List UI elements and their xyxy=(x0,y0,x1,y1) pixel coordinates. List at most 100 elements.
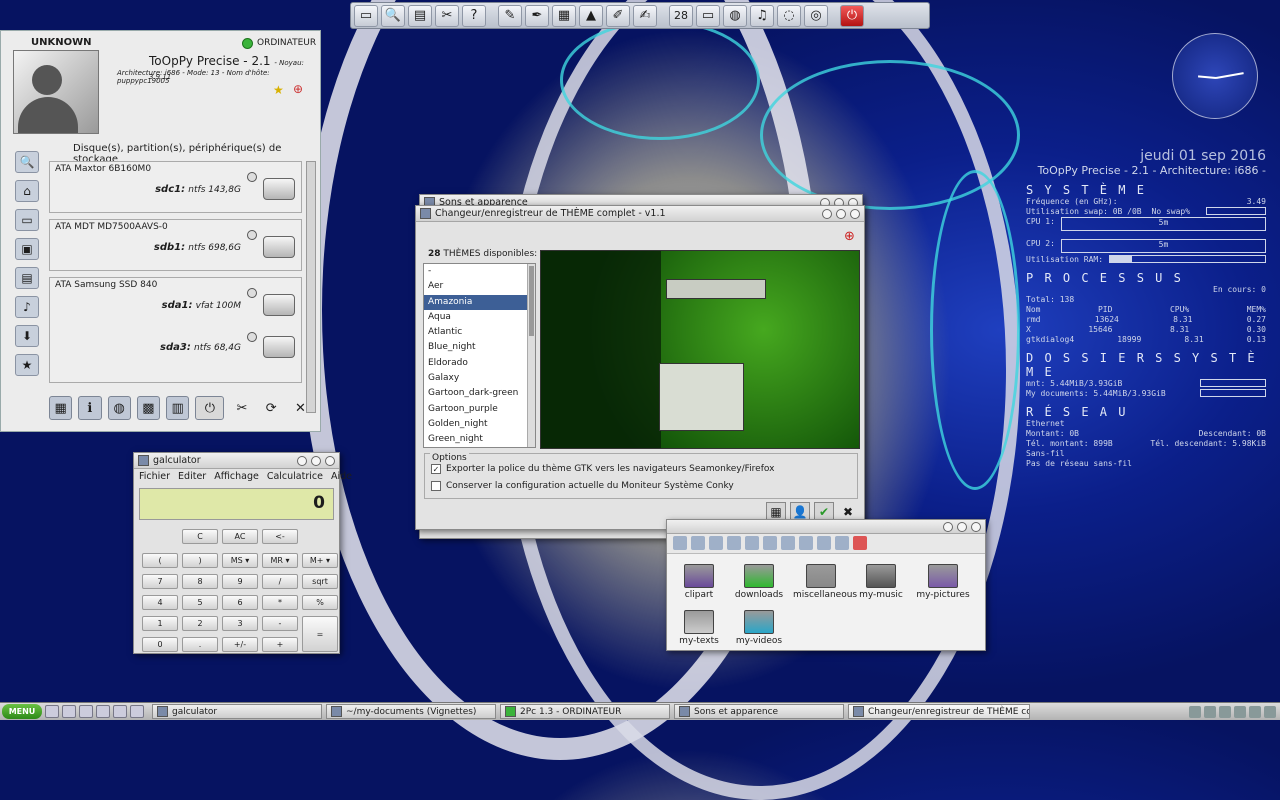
lifebuoy-icon[interactable]: ⊕ xyxy=(844,229,855,244)
window-titlebar[interactable]: Changeur/enregistreur de THÈME complet -… xyxy=(416,206,864,222)
calculator-key[interactable]: ( xyxy=(142,553,178,568)
task-pupsys[interactable]: 2Pc 1.3 - ORDINATEUR xyxy=(500,704,670,719)
browser-icon[interactable] xyxy=(96,705,110,718)
folder-item[interactable]: my-texts xyxy=(671,610,727,646)
shutdown-icon[interactable]: ⏻ xyxy=(195,396,225,420)
theme-list-item[interactable]: Gartoon_dark-green xyxy=(424,386,535,401)
search-icon[interactable] xyxy=(79,705,93,718)
notes-icon[interactable]: ▭ xyxy=(696,4,720,27)
sort-icon[interactable] xyxy=(799,536,813,550)
calculator-icon[interactable]: ▦ xyxy=(552,4,576,27)
info-icon[interactable]: ℹ xyxy=(78,396,102,420)
menu-item[interactable]: Affichage xyxy=(214,471,259,482)
hdd-icon[interactable] xyxy=(263,336,295,358)
task-theme-changer[interactable]: Changeur/enregistreur de THÈME con xyxy=(848,704,1030,719)
desktop-icon[interactable] xyxy=(45,705,59,718)
calendar-icon[interactable]: 28 xyxy=(669,4,693,27)
forward-icon[interactable] xyxy=(727,536,741,550)
calculator-key[interactable]: 8 xyxy=(182,574,218,589)
theme-list-item[interactable]: Aqua xyxy=(424,310,535,325)
menu-item[interactable]: Aide xyxy=(331,471,352,482)
power-icon[interactable]: ⏻ xyxy=(840,4,864,27)
theme-list-item[interactable]: Blue_night xyxy=(424,340,535,355)
theme-list-item[interactable]: Golden_night xyxy=(424,417,535,432)
close-icon[interactable] xyxy=(325,455,335,466)
folder-item[interactable]: miscellaneous xyxy=(793,564,857,600)
device-icon[interactable]: ▣ xyxy=(15,238,39,260)
task-file-manager[interactable]: ~/my-documents (Vignettes) xyxy=(326,704,496,719)
calculator-key[interactable]: MS ▾ xyxy=(222,553,258,568)
home-icon[interactable]: ⌂ xyxy=(15,180,39,202)
calculator-key[interactable]: sqrt xyxy=(302,574,338,589)
theme-list-item[interactable]: Galaxy xyxy=(424,371,535,386)
calculator-key[interactable]: C xyxy=(182,529,218,544)
menu-item[interactable]: Editer xyxy=(178,471,206,482)
paint-icon[interactable]: ▲ xyxy=(579,4,603,27)
calculator-key[interactable]: 5 xyxy=(182,595,218,610)
tools-icon[interactable]: ✂ xyxy=(230,396,253,420)
calculator-key[interactable]: ) xyxy=(182,553,218,568)
help-icon[interactable]: ? xyxy=(462,4,486,27)
folder-icon[interactable] xyxy=(62,705,76,718)
search-icon[interactable]: 🔍 xyxy=(15,151,39,173)
tray-icon[interactable] xyxy=(1189,705,1201,718)
favorite-icon[interactable]: ★ xyxy=(15,354,39,376)
folder-item[interactable]: downloads xyxy=(731,564,787,600)
folder-item[interactable]: my-pictures xyxy=(915,564,971,600)
star-icon[interactable]: ★ xyxy=(273,83,284,97)
pen2-icon[interactable]: ✍ xyxy=(633,4,657,27)
music-icon[interactable]: ♫ xyxy=(750,4,774,27)
tray-icon[interactable] xyxy=(1234,705,1246,718)
tray-icon[interactable] xyxy=(1249,705,1261,718)
calculator-key[interactable]: + xyxy=(262,637,298,652)
avatar[interactable] xyxy=(13,50,99,134)
calculator-key[interactable]: % xyxy=(302,595,338,610)
memory-icon[interactable]: ▩ xyxy=(136,396,161,420)
calculator-key[interactable]: M+ ▾ xyxy=(302,553,338,568)
view-icon[interactable] xyxy=(817,536,831,550)
tray-icon[interactable] xyxy=(1219,705,1231,718)
home-icon[interactable] xyxy=(691,536,705,550)
terminal-icon[interactable] xyxy=(113,705,127,718)
folder-item[interactable]: my-videos xyxy=(731,610,787,646)
lifebuoy-icon[interactable]: ⊕ xyxy=(293,82,303,96)
scrollbar[interactable] xyxy=(306,161,316,413)
minimize-icon[interactable] xyxy=(822,208,832,219)
mount-radio[interactable] xyxy=(247,332,257,342)
zoom-in-icon[interactable] xyxy=(763,536,777,550)
close-icon[interactable] xyxy=(971,521,981,532)
folder-item[interactable]: my-music xyxy=(853,564,909,600)
chat-icon[interactable]: ◌ xyxy=(777,4,801,27)
calculator-key[interactable]: 0 xyxy=(142,637,178,652)
globe-icon[interactable]: ◍ xyxy=(723,4,747,27)
mount-radio[interactable] xyxy=(247,288,257,298)
hdd-icon[interactable] xyxy=(263,236,295,258)
chip-icon[interactable]: ▦ xyxy=(49,396,73,420)
maximize-icon[interactable] xyxy=(311,455,321,466)
calculator-key[interactable]: 6 xyxy=(222,595,258,610)
edit-icon[interactable]: ✎ xyxy=(498,4,522,27)
calculator-key[interactable]: +/- xyxy=(222,637,258,652)
calculator-key[interactable]: / xyxy=(262,574,298,589)
calculator-key[interactable]: . xyxy=(182,637,218,652)
tools-icon[interactable]: ✂ xyxy=(435,4,459,27)
theme-list-item[interactable]: Green_night xyxy=(424,432,535,447)
refresh-icon[interactable] xyxy=(745,536,759,550)
keep-conky-checkbox[interactable] xyxy=(431,481,441,491)
brush-icon[interactable]: ✐ xyxy=(606,4,630,27)
maximize-icon[interactable] xyxy=(957,521,967,532)
up-icon[interactable] xyxy=(673,536,687,550)
pen-icon[interactable]: ✒ xyxy=(525,4,549,27)
network-icon[interactable]: ◎ xyxy=(804,4,828,27)
window-titlebar[interactable]: galculator xyxy=(134,453,339,469)
menu-item[interactable]: Calculatrice xyxy=(267,471,323,482)
theme-list-item[interactable]: Eldorado xyxy=(424,356,535,371)
hdd-icon[interactable] xyxy=(263,294,295,316)
drive-icon[interactable]: ▤ xyxy=(15,267,39,289)
task-galculator[interactable]: galculator xyxy=(152,704,322,719)
close-icon[interactable]: ✕ xyxy=(289,396,312,420)
theme-list-item[interactable]: Aer xyxy=(424,279,535,294)
theme-list-item[interactable]: Atlantic xyxy=(424,325,535,340)
list-icon[interactable] xyxy=(835,536,849,550)
calculator-key[interactable]: 9 xyxy=(222,574,258,589)
